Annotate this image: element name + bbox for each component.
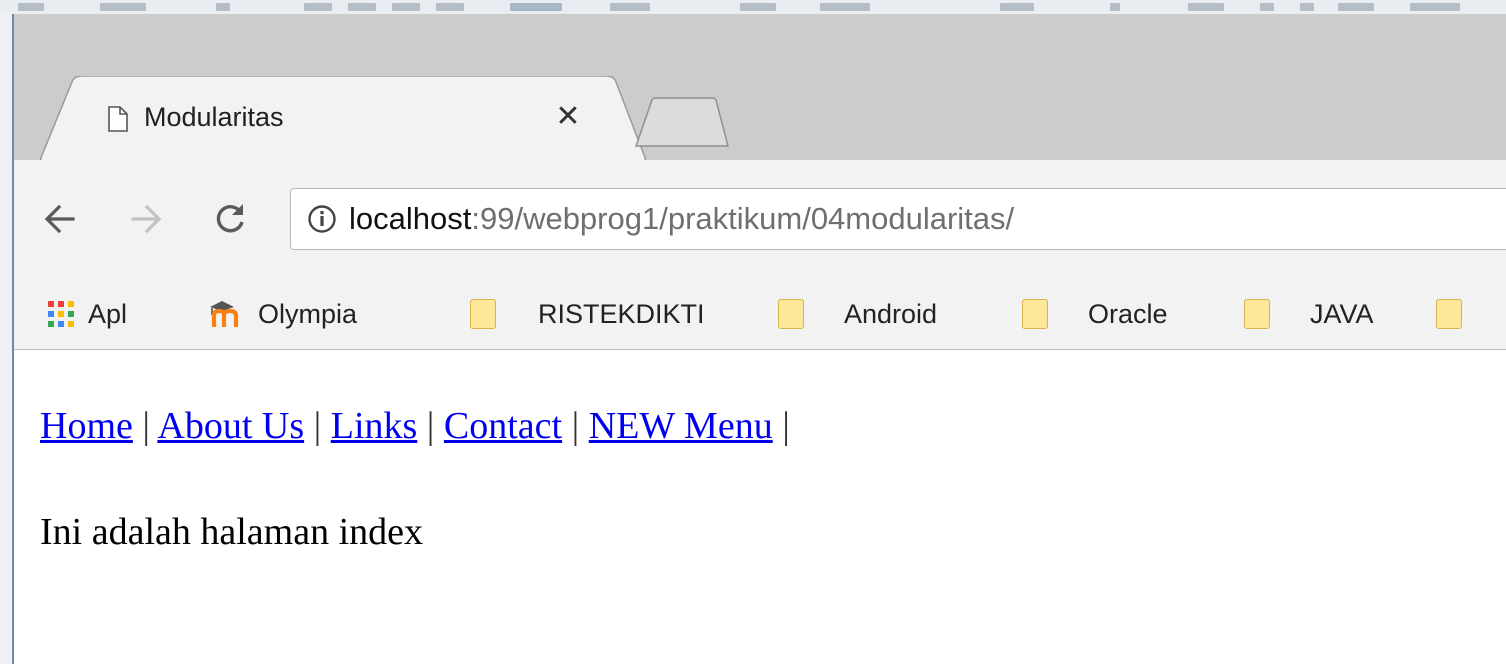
screen: Modularitas ✕ localhost:99/webprog1/prak…: [0, 0, 1506, 664]
folder-icon: [470, 299, 496, 329]
bookmark-ristekdikti[interactable]: RISTEKDIKTI: [470, 296, 705, 332]
bookmark-label: RISTEKDIKTI: [538, 298, 705, 329]
tab-strip: Modularitas ✕: [14, 14, 1506, 160]
bookmark-apl[interactable]: Apl: [48, 296, 127, 332]
tab-modularitas[interactable]: Modularitas ✕: [40, 76, 646, 160]
folder-icon: [1022, 299, 1048, 329]
menu-link-contact[interactable]: Contact: [444, 405, 562, 447]
page-content: Home | About Us | Links | Contact | NEW …: [38, 350, 1498, 664]
menu-link-new-menu[interactable]: NEW Menu: [589, 405, 773, 447]
bookmark-label: Olympia: [258, 298, 358, 329]
forward-arrow-icon[interactable]: [122, 195, 170, 243]
url-host: localhost: [349, 201, 472, 236]
address-bar[interactable]: localhost:99/webprog1/praktikum/04modula…: [290, 188, 1506, 250]
menu-link-links[interactable]: Links: [331, 405, 418, 447]
menu-separator: |: [142, 405, 150, 447]
menu-separator: |: [782, 405, 790, 447]
bookmark-folder-partial[interactable]: [1436, 296, 1462, 332]
tab-close-icon[interactable]: ✕: [548, 96, 588, 136]
browser-window: Modularitas ✕ localhost:99/webprog1/prak…: [14, 14, 1506, 664]
url-path: :99/webprog1/praktikum/04modularitas/: [471, 201, 1015, 236]
bookmark-android[interactable]: Android: [778, 296, 937, 332]
new-tab-icon[interactable]: [632, 96, 732, 148]
bookmark-oracle[interactable]: Oracle: [1022, 296, 1168, 332]
moodle-icon: [210, 301, 239, 327]
folder-icon: [1436, 299, 1462, 329]
menu-link-about-us[interactable]: About Us: [157, 405, 304, 447]
url-text[interactable]: localhost:99/webprog1/praktikum/04modula…: [349, 201, 1014, 237]
background-app-toolbar: [0, 0, 1506, 15]
menu-separator: |: [571, 405, 580, 447]
background-window-edge: [0, 14, 14, 664]
page-body-text: Ini adalah halaman index: [40, 511, 424, 553]
bookmark-label: JAVA: [1310, 298, 1374, 329]
menu-link-home[interactable]: Home: [40, 405, 133, 447]
page-icon: [108, 106, 128, 132]
menu-separator: |: [313, 405, 322, 447]
bookmark-olympia[interactable]: Olympia: [208, 296, 357, 332]
folder-icon: [1244, 299, 1270, 329]
nav-menu: Home | About Us | Links | Contact | NEW …: [40, 404, 790, 448]
menu-separator: |: [426, 405, 435, 447]
bookmarks-bar: Apl Olympia RISTEKDIKTI Android Oracle J…: [14, 278, 1506, 350]
tab-title: Modularitas: [144, 102, 284, 132]
info-icon[interactable]: [307, 204, 337, 234]
folder-icon: [778, 299, 804, 329]
apps-grid-icon: [48, 301, 74, 327]
reload-icon[interactable]: [206, 195, 254, 243]
back-arrow-icon[interactable]: [36, 195, 84, 243]
bookmark-label: Android: [844, 298, 938, 329]
bookmark-java[interactable]: JAVA: [1244, 296, 1374, 332]
bookmark-label: Apl: [88, 298, 128, 329]
bookmark-label: Oracle: [1088, 298, 1168, 329]
browser-toolbar: localhost:99/webprog1/praktikum/04modula…: [14, 160, 1506, 278]
